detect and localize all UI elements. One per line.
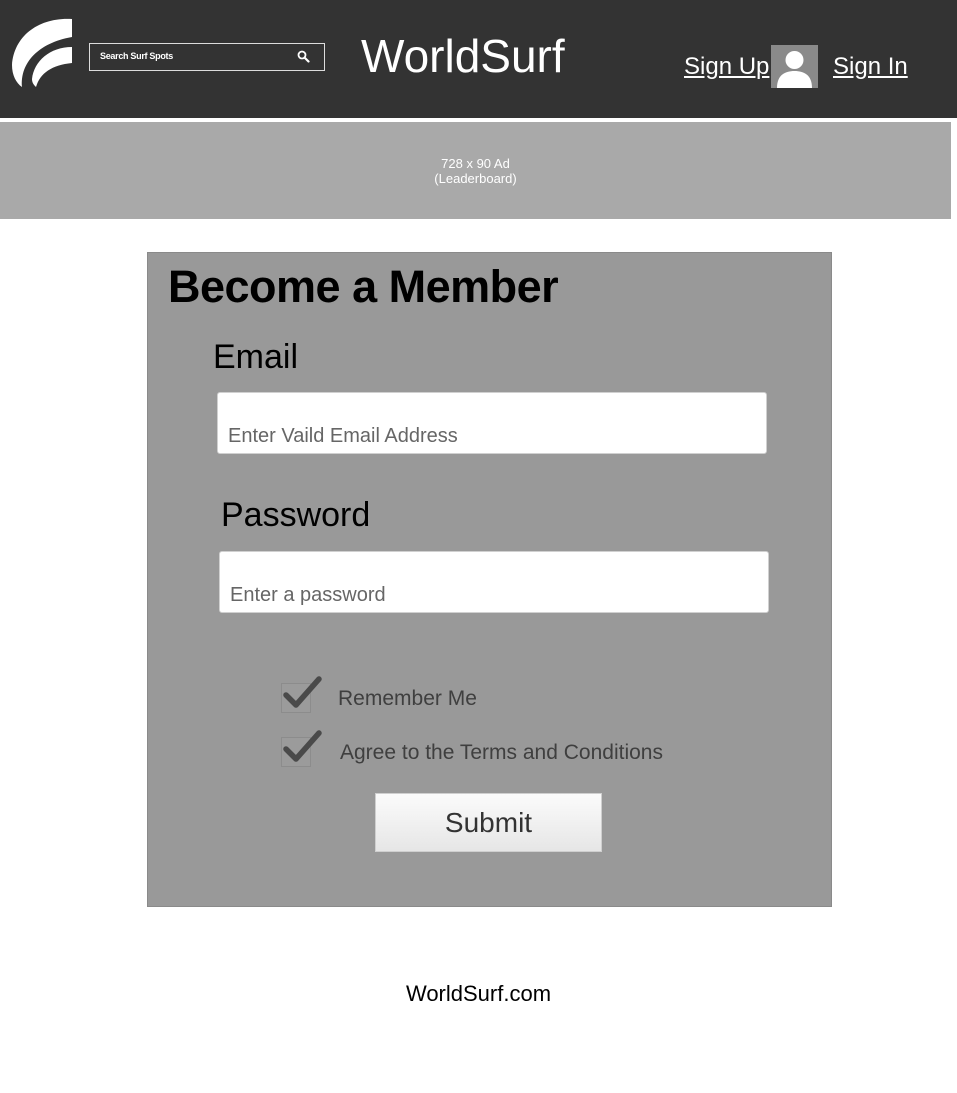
site-header: Search Surf Spots WorldSurf Sign Up Sign… — [0, 0, 957, 118]
agree-terms-label: Agree to the Terms and Conditions — [340, 741, 663, 764]
email-field[interactable]: Enter Vaild Email Address — [217, 392, 767, 454]
email-placeholder: Enter Vaild Email Address — [228, 425, 458, 447]
password-label: Password — [221, 496, 371, 534]
remember-me-row[interactable]: Remember Me — [281, 676, 701, 715]
sign-in-link[interactable]: Sign In — [833, 52, 908, 82]
checkmark-icon — [283, 676, 322, 708]
search-input[interactable]: Search Surf Spots — [100, 51, 173, 61]
remember-me-label: Remember Me — [338, 687, 477, 710]
search-bar[interactable]: Search Surf Spots — [89, 43, 325, 71]
signup-form-panel: Become a Member Email Enter Vaild Email … — [147, 252, 832, 907]
surf-wave-logo-icon[interactable] — [10, 17, 76, 87]
user-avatar-icon[interactable] — [771, 45, 818, 88]
sign-up-link[interactable]: Sign Up — [684, 52, 769, 82]
password-field[interactable]: Enter a password — [219, 551, 769, 613]
footer-site-name: WorldSurf.com — [405, 981, 552, 1006]
ad-type-label: (Leaderboard) — [434, 171, 517, 186]
checkmark-icon — [283, 730, 322, 762]
ad-size-label: 728 x 90 Ad — [441, 156, 510, 171]
search-icon[interactable] — [297, 50, 310, 63]
ad-label: 728 x 90 Ad (Leaderboard) — [0, 156, 951, 186]
password-placeholder: Enter a password — [230, 584, 386, 606]
form-title: Become a Member — [168, 261, 559, 312]
email-label: Email — [213, 338, 299, 376]
leaderboard-ad[interactable]: 728 x 90 Ad (Leaderboard) — [0, 122, 951, 219]
site-title: WorldSurf — [361, 30, 565, 82]
agree-terms-row[interactable]: Agree to the Terms and Conditions — [281, 730, 701, 769]
submit-button[interactable]: Submit — [375, 793, 602, 852]
